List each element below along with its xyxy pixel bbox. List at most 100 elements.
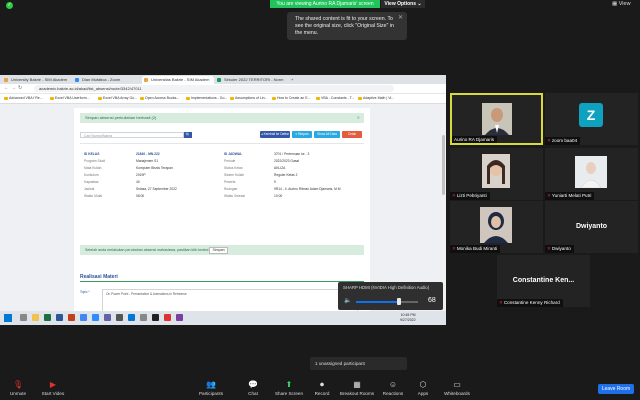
inline-save-button[interactable]: Simpan (209, 247, 228, 254)
show-all-button[interactable]: Show All Data (314, 131, 340, 138)
muted-mic-icon: ✕ (452, 193, 456, 198)
breakout-rooms-icon: ▦ (353, 380, 361, 389)
excel-icon[interactable] (44, 314, 51, 321)
app-icon[interactable] (164, 314, 171, 321)
system-clock[interactable]: 10:45 PM 9/27/2022 (400, 313, 416, 323)
shield-icon[interactable]: ✓ (6, 2, 13, 9)
field-value: 3701 / Pertemuan ke - 3 (274, 152, 310, 156)
participant-tile[interactable]: Dwiyanto ✕Dwiyanto (545, 201, 638, 253)
record-button[interactable]: ⏺ Record (312, 380, 332, 396)
start-video-button[interactable]: ▶ Start Video (38, 380, 68, 396)
outlook-icon[interactable] (128, 314, 135, 321)
participants-button[interactable]: 👥 Participants (196, 380, 226, 396)
close-icon[interactable]: ✕ (398, 15, 403, 22)
mic-muted-icon: 🎙 (13, 380, 24, 389)
powerpoint-icon[interactable] (68, 314, 75, 321)
close-icon[interactable]: ✕ (357, 113, 360, 123)
section-divider (80, 281, 364, 282)
search-input[interactable]: Cari Nomor/Nama (80, 132, 184, 138)
bookmark[interactable]: Assumptions of Lin... (230, 96, 268, 100)
participant-tile[interactable]: ✕Monika Budi Miranti (450, 201, 543, 253)
apps-button[interactable]: ⬡ Apps (414, 380, 432, 396)
breakout-rooms-button[interactable]: ▦ Breakout Rooms (338, 380, 376, 396)
field-value: Selasa, 27 September 2022 (136, 187, 177, 191)
participant-name: ✕Constantine Kenny Richard (497, 299, 563, 307)
field-value: 2019P (136, 173, 146, 177)
field-value: 21840 - MN.222 (136, 152, 160, 156)
file-explorer-icon[interactable] (32, 314, 39, 321)
audio-volume-popup: SHARP HDMI (NVIDIA High Definition Audio… (338, 282, 443, 310)
bookmark[interactable]: Excel VBA Userform... (50, 96, 90, 100)
topic-label: Topic * (80, 290, 90, 294)
scrollbar-thumb[interactable] (442, 135, 445, 195)
participant-tile-active[interactable]: Aurino RA Djamaris (450, 93, 543, 145)
app-icon[interactable] (176, 314, 183, 321)
participant-name: Aurino RA Djamaris (452, 136, 498, 143)
grid-icon: ▦ (612, 1, 619, 7)
info-alert: Setelah anda melakukan perubahan absensi… (80, 245, 364, 255)
teams-icon[interactable] (104, 314, 111, 321)
browser-tab-bar: University Bakrie - SIM Akadem Dian Mufa… (0, 75, 446, 84)
chat-button[interactable]: 💬 Chat (244, 380, 262, 396)
save-button[interactable]: ▾ Simpan (292, 131, 312, 138)
participant-name: ✕Dwiyanto (545, 245, 574, 253)
bookmark[interactable]: Open Access Books... (140, 96, 179, 100)
volume-slider-fill (356, 301, 400, 303)
leave-room-button[interactable]: Leave Room (598, 384, 634, 394)
address-bar-row: ←→↻ academic.bakrie.ac.id/akad/list_abse… (0, 84, 446, 94)
chat-icon: 💬 (248, 380, 258, 389)
bookmark[interactable]: Implementations - Go... (186, 96, 227, 100)
field-value: AKLIZA (274, 166, 286, 170)
speaker-icon[interactable]: 🔈 (344, 298, 351, 304)
participant-tile[interactable]: Z ✕zoom baa04 (545, 93, 638, 145)
participant-photo (482, 154, 510, 188)
unassigned-participant-notice[interactable]: 1 unassigned participant (310, 357, 407, 370)
app-icon[interactable] (116, 314, 123, 321)
browser-tab[interactable]: University Bakrie - SIM Akadem (2, 76, 72, 84)
bookmark[interactable]: Adaptive Math | Vi... (358, 96, 394, 100)
favicon-icon (75, 78, 79, 82)
volume-slider-handle[interactable] (397, 298, 402, 305)
browser-tab[interactable]: Sirkuler 2022 TERRITORI - Norm (215, 76, 287, 84)
print-button[interactable]: Cetak (342, 131, 362, 138)
reload-icon: ↻ (18, 85, 25, 91)
bookmark[interactable]: VBA - Constants - T... (316, 96, 354, 100)
favicon-icon (144, 78, 148, 82)
search-button[interactable]: 🔍 (184, 132, 192, 138)
whiteboards-button[interactable]: ▭ Whiteboards (440, 380, 474, 396)
nav-buttons[interactable]: ←→↻ (4, 85, 24, 91)
share-screen-button[interactable]: ⬆ Share Screen (274, 380, 304, 396)
field-label: Kurikulum (84, 173, 99, 177)
word-icon[interactable] (56, 314, 63, 321)
windows-start-icon[interactable] (4, 314, 12, 322)
muted-mic-icon: ✕ (547, 246, 551, 251)
search-icon[interactable] (20, 314, 27, 321)
reactions-button[interactable]: ☺ Reactions (380, 380, 406, 396)
chrome-icon[interactable] (80, 314, 87, 321)
bookmark[interactable]: How to Create an E... (272, 96, 310, 100)
view-button[interactable]: ▦ View (612, 1, 631, 7)
browser-tab-active[interactable]: Universitas Bakrie - SIM Akadem (142, 76, 214, 84)
topic-textarea[interactable]: On Power Point - Presentation & Animatio… (102, 289, 358, 312)
meeting-toolbar: 🎙 Unmute ▶ Start Video 👥 Participants 💬 Chat… (0, 378, 640, 400)
divider (80, 143, 364, 144)
unmute-button[interactable]: 🎙 Unmute (6, 380, 30, 396)
participant-tile[interactable]: ✕Lizti Pebriyanti (450, 148, 543, 200)
app-icon[interactable] (152, 314, 159, 321)
browser-tab[interactable]: Dian Mufatica - Zoom (73, 76, 141, 84)
field-label: Periode (224, 159, 236, 163)
app-icon[interactable] (140, 314, 147, 321)
viewing-banner: You are viewing Aurino RA Djamaris' scre… (270, 0, 380, 8)
zoom-icon[interactable] (92, 314, 99, 321)
bookmark[interactable]: Advanced VBA f Re... (4, 96, 43, 100)
forward-icon: → (11, 85, 18, 91)
field-value: 10:00 (274, 194, 283, 198)
participant-tile[interactable]: Constantine Ken... ✕Constantine Kenny Ri… (497, 255, 590, 307)
participant-tile[interactable]: ✕Yuniarti Melati Putri (545, 148, 638, 200)
field-label: Jadwal (84, 187, 95, 191)
view-options-button[interactable]: View Options ⌄ (381, 0, 425, 8)
back-to-list-button[interactable]: ◂ Kembali ke Daftar (260, 131, 290, 138)
url-field[interactable]: academic.bakrie.ac.id/akad/list_absensi/… (34, 85, 394, 92)
bookmark[interactable]: Excel VBA Array Gu... (98, 96, 137, 100)
new-tab-button[interactable]: + (289, 76, 297, 84)
